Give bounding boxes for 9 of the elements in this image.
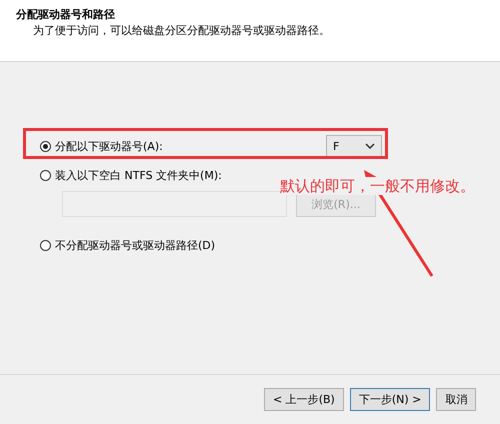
page-description: 为了便于访问，可以给磁盘分区分配驱动器号或驱动器路径。	[32, 23, 331, 39]
page-title: 分配驱动器号和路径	[16, 7, 116, 23]
wizard-button[interactable]: < 上一步(B)	[264, 388, 344, 410]
wizard-button[interactable]: 下一步(N) >	[350, 388, 430, 410]
chevron-down-icon	[365, 143, 375, 149]
radio-icon[interactable]	[40, 140, 51, 152]
radio-icon[interactable]	[40, 240, 51, 250]
drive-letter-dropdown[interactable]: F	[326, 135, 382, 157]
wizard-button[interactable]: 取消	[436, 388, 476, 410]
